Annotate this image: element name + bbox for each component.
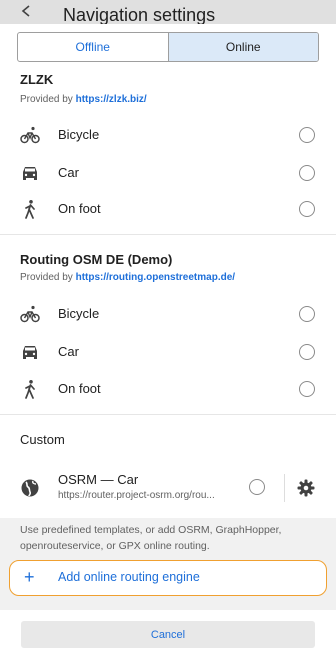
provider-name: ZLZK: [20, 72, 54, 87]
provided-by-label: Provided by: [20, 94, 73, 105]
gear-icon[interactable]: [297, 479, 315, 497]
add-online-routing-engine-button[interactable]: + Add online routing engine: [9, 560, 327, 596]
cancel-button[interactable]: Cancel: [21, 621, 315, 648]
add-button-label: Add online routing engine: [58, 570, 200, 584]
custom-engine-row[interactable]: OSRM — Car https://router.project-osrm.o…: [0, 466, 336, 510]
globe-icon: [21, 479, 39, 497]
app-bar: Navigation settings: [0, 0, 336, 24]
provider-source: Provided by https://zlzk.biz/: [20, 94, 147, 105]
radio-button[interactable]: [299, 381, 315, 397]
walk-icon: [25, 200, 35, 219]
route-option-label: On foot: [58, 201, 101, 216]
tab-offline[interactable]: Offline: [18, 33, 168, 61]
provider-name: Routing OSM DE (Demo): [20, 252, 173, 267]
route-option-on-foot[interactable]: On foot: [0, 370, 336, 408]
walk-icon: [25, 380, 35, 399]
route-option-bicycle[interactable]: Bicycle: [0, 295, 336, 333]
car-icon: [23, 167, 37, 180]
bicycle-icon: [20, 126, 40, 144]
section-divider: [0, 414, 336, 415]
route-option-label: Car: [58, 344, 79, 359]
help-text: Use predefined templates, or add OSRM, G…: [20, 524, 282, 552]
route-option-car[interactable]: Car: [0, 333, 336, 371]
route-option-car[interactable]: Car: [0, 154, 336, 192]
provider-link[interactable]: https://zlzk.biz/: [76, 94, 147, 105]
route-option-bicycle[interactable]: Bicycle: [0, 116, 336, 154]
route-option-label: Bicycle: [58, 127, 100, 142]
custom-engine-url: https://router.project-osrm.org/rou...: [58, 490, 215, 501]
back-arrow-icon[interactable]: [20, 4, 34, 18]
radio-button[interactable]: [299, 165, 315, 181]
radio-button[interactable]: [299, 127, 315, 143]
custom-engine-name: OSRM — Car: [58, 472, 139, 487]
provider-source: Provided by https://routing.openstreetma…: [20, 272, 235, 283]
radio-button[interactable]: [299, 306, 315, 322]
radio-button[interactable]: [299, 344, 315, 360]
mode-segmented-control: Offline Online: [17, 32, 319, 62]
vertical-divider: [284, 474, 285, 502]
bicycle-icon: [20, 305, 40, 323]
car-icon: [23, 346, 37, 359]
route-option-on-foot[interactable]: On foot: [0, 190, 336, 228]
tab-online[interactable]: Online: [167, 33, 318, 61]
custom-section-heading: Custom: [20, 432, 65, 447]
radio-button[interactable]: [299, 201, 315, 217]
plus-icon: +: [24, 567, 35, 587]
page-title: Navigation settings: [63, 5, 216, 24]
route-option-label: Car: [58, 165, 79, 180]
provider-link[interactable]: https://routing.openstreetmap.de/: [76, 272, 235, 283]
radio-button[interactable]: [249, 479, 265, 495]
route-option-label: Bicycle: [58, 306, 100, 321]
provided-by-label: Provided by: [20, 272, 73, 283]
route-option-label: On foot: [58, 381, 101, 396]
section-divider: [0, 234, 336, 235]
